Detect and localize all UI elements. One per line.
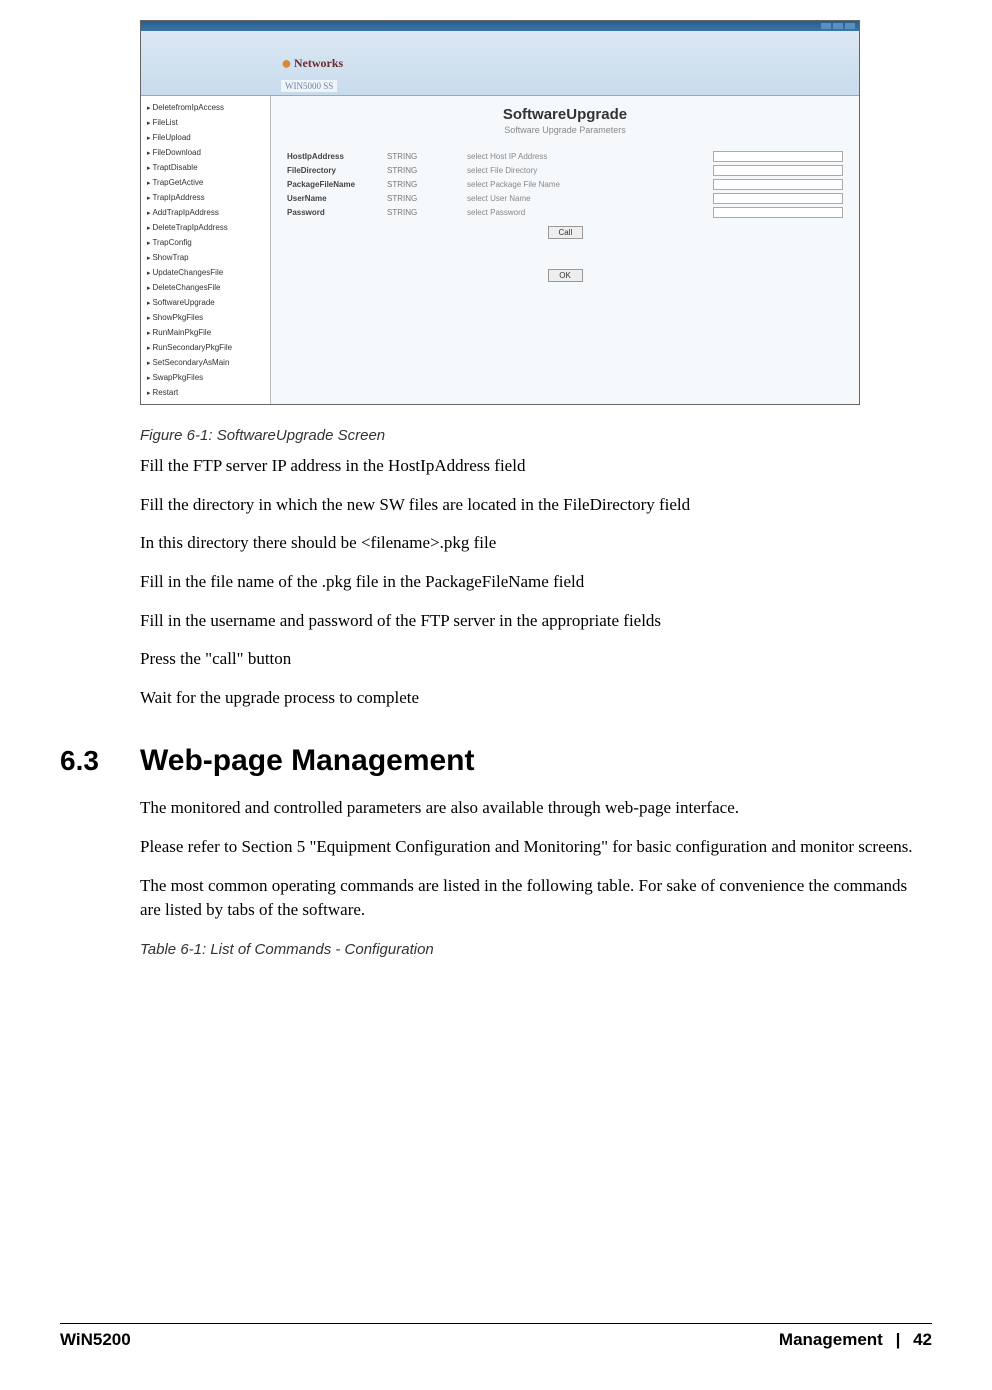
app-banner: ● Networks WIN5000 SS	[141, 31, 859, 96]
sidebar-item[interactable]: FileDownload	[145, 145, 266, 160]
body-paragraph: The monitored and controlled parameters …	[140, 796, 932, 821]
product-name: WIN5000 SS	[281, 80, 337, 92]
param-input[interactable]	[713, 193, 843, 204]
body-paragraph: Please refer to Section 5 "Equipment Con…	[140, 835, 932, 860]
param-desc: select Host IP Address	[467, 152, 627, 161]
sidebar-item[interactable]: TraptDisable	[145, 160, 266, 175]
param-row: PackageFileName STRING select Package Fi…	[287, 179, 843, 190]
param-row: UserName STRING select User Name	[287, 193, 843, 204]
param-row: HostIpAddress STRING select Host IP Addr…	[287, 151, 843, 162]
body-paragraph: In this directory there should be <filen…	[140, 531, 932, 556]
param-label: UserName	[287, 194, 387, 203]
sidebar-item[interactable]: ShowTrap	[145, 250, 266, 265]
param-type: STRING	[387, 180, 467, 189]
footer-page-number: 42	[913, 1330, 932, 1349]
body-paragraph: Fill the FTP server IP address in the Ho…	[140, 454, 932, 479]
body-paragraph: Press the "call" button	[140, 647, 932, 672]
param-row: Password STRING select Password	[287, 207, 843, 218]
window-titlebar	[141, 21, 859, 31]
sidebar-item[interactable]: TrapGetActive	[145, 175, 266, 190]
param-label: FileDirectory	[287, 166, 387, 175]
table-caption: Table 6-1: List of Commands - Configurat…	[140, 941, 932, 958]
sidebar-item[interactable]: DeleteChangesFile	[145, 280, 266, 295]
body-paragraph: Wait for the upgrade process to complete	[140, 686, 932, 711]
param-type: STRING	[387, 194, 467, 203]
param-input[interactable]	[713, 151, 843, 162]
software-upgrade-screenshot: ● Networks WIN5000 SS DeletefromIpAccess…	[140, 20, 860, 405]
body-paragraph: Fill in the username and password of the…	[140, 609, 932, 634]
param-desc: select User Name	[467, 194, 627, 203]
sidebar-item[interactable]: ShowPkgFiles	[145, 310, 266, 325]
param-desc: select Password	[467, 208, 627, 217]
sidebar-item[interactable]: FileList	[145, 115, 266, 130]
footer-section: Management	[779, 1330, 883, 1349]
param-input[interactable]	[713, 179, 843, 190]
panel-subtitle: Software Upgrade Parameters	[287, 125, 843, 135]
body-paragraph: The most common operating commands are l…	[140, 874, 932, 923]
main-panel: SoftwareUpgrade Software Upgrade Paramet…	[271, 96, 859, 404]
figure-caption: Figure 6-1: SoftwareUpgrade Screen	[140, 427, 932, 444]
footer-left: WiN5200	[60, 1330, 131, 1350]
app-logo: ● Networks	[281, 53, 343, 74]
param-label: Password	[287, 208, 387, 217]
page-footer: WiN5200 Management | 42	[60, 1323, 932, 1350]
logo-text: Networks	[294, 56, 343, 71]
sidebar-item[interactable]: SwapPkgFiles	[145, 370, 266, 385]
param-desc: select Package File Name	[467, 180, 627, 189]
footer-separator: |	[896, 1330, 901, 1349]
sidebar-item[interactable]: Restart	[145, 385, 266, 400]
param-input[interactable]	[713, 165, 843, 176]
section-title: Web-page Management	[140, 744, 475, 778]
sidebar-item[interactable]: FileUpload	[145, 130, 266, 145]
sidebar-item[interactable]: TrapIpAddress	[145, 190, 266, 205]
param-desc: select File Directory	[467, 166, 627, 175]
param-label: HostIpAddress	[287, 152, 387, 161]
sidebar-item[interactable]: SetSecondaryAsMain	[145, 355, 266, 370]
body-paragraph: Fill the directory in which the new SW f…	[140, 493, 932, 518]
sidebar-item[interactable]: RunSecondaryPkgFile	[145, 340, 266, 355]
footer-right: Management | 42	[779, 1330, 932, 1350]
sidebar-item[interactable]: RunMainPkgFile	[145, 325, 266, 340]
sidebar-item[interactable]: SoftwareUpgrade	[145, 295, 266, 310]
sidebar-item[interactable]: AddTrapIpAddress	[145, 205, 266, 220]
param-input[interactable]	[713, 207, 843, 218]
sidebar-item[interactable]: UpdateChangesFile	[145, 265, 266, 280]
param-row: FileDirectory STRING select File Directo…	[287, 165, 843, 176]
sidebar: DeletefromIpAccess FileList FileUpload F…	[141, 96, 271, 404]
param-type: STRING	[387, 152, 467, 161]
param-label: PackageFileName	[287, 180, 387, 189]
panel-title: SoftwareUpgrade	[287, 106, 843, 123]
body-paragraph: Fill in the file name of the .pkg file i…	[140, 570, 932, 595]
param-type: STRING	[387, 166, 467, 175]
call-button[interactable]: Call	[548, 226, 583, 239]
sidebar-item[interactable]: DeleteTrapIpAddress	[145, 220, 266, 235]
sidebar-item[interactable]: TrapConfig	[145, 235, 266, 250]
section-number: 6.3	[60, 745, 140, 777]
section-heading: 6.3 Web-page Management	[60, 744, 932, 778]
ok-button[interactable]: OK	[548, 269, 583, 282]
param-type: STRING	[387, 208, 467, 217]
sidebar-item[interactable]: DeletefromIpAccess	[145, 100, 266, 115]
